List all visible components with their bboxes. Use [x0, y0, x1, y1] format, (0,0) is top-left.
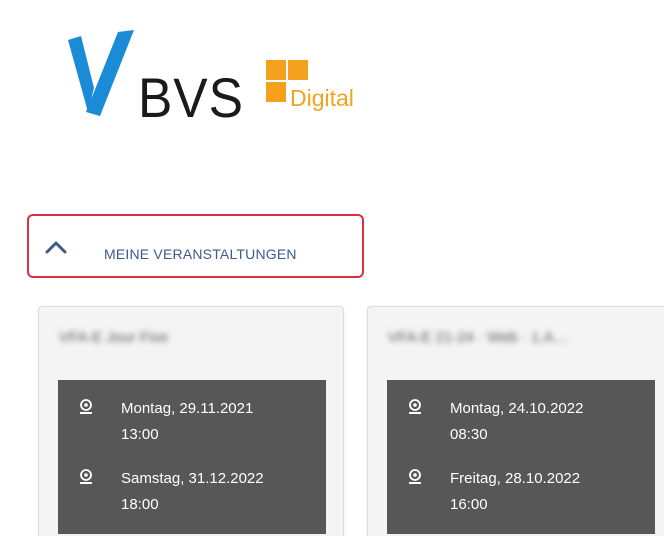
my-events-label: MEINE VERANSTALTUNGEN — [104, 246, 297, 262]
logo-sub-brand: Digital — [290, 85, 354, 111]
event-end-date: Freitag, 28.10.2022 16:00 — [387, 450, 655, 513]
event-end-date: Samstag, 31.12.2022 18:00 — [58, 450, 326, 513]
bvs-digital-logo[interactable]: BVS Digital — [64, 26, 384, 126]
event-date-time: 18:00 — [121, 496, 159, 513]
event-card[interactable]: VFA-E Jour Fixe Montag, 29.11.2021 13:00… — [38, 306, 344, 536]
webcam-icon — [409, 399, 421, 414]
chevron-up-icon — [45, 241, 67, 254]
event-date-day: Montag, 24.10.2022 — [450, 400, 584, 417]
event-dates-box: Montag, 24.10.2022 08:30 Freitag, 28.10.… — [387, 380, 655, 534]
webcam-icon — [409, 469, 421, 484]
event-title: VFA-E Jour Fixe — [59, 329, 169, 346]
event-date-time: 16:00 — [450, 496, 488, 513]
event-date-day: Montag, 29.11.2021 — [121, 400, 254, 417]
webcam-icon — [80, 399, 92, 414]
event-date-time: 13:00 — [121, 426, 159, 443]
webcam-icon — [80, 469, 92, 484]
event-date-day: Samstag, 31.12.2022 — [121, 470, 264, 487]
event-start-date: Montag, 29.11.2021 13:00 — [58, 380, 326, 443]
event-date-time: 08:30 — [450, 426, 488, 443]
event-dates-box: Montag, 29.11.2021 13:00 Samstag, 31.12.… — [58, 380, 326, 534]
bvs-check-mark-icon — [68, 30, 134, 116]
event-start-date: Montag, 24.10.2022 08:30 — [387, 380, 655, 443]
event-title: VFA-E 21-24 · Web · 1.A… — [388, 329, 569, 346]
logo-wordmark: BVS — [138, 66, 244, 129]
my-events-toggle[interactable]: MEINE VERANSTALTUNGEN — [27, 214, 364, 278]
event-card[interactable]: VFA-E 21-24 · Web · 1.A… Montag, 24.10.2… — [367, 306, 664, 536]
event-date-day: Freitag, 28.10.2022 — [450, 470, 581, 487]
